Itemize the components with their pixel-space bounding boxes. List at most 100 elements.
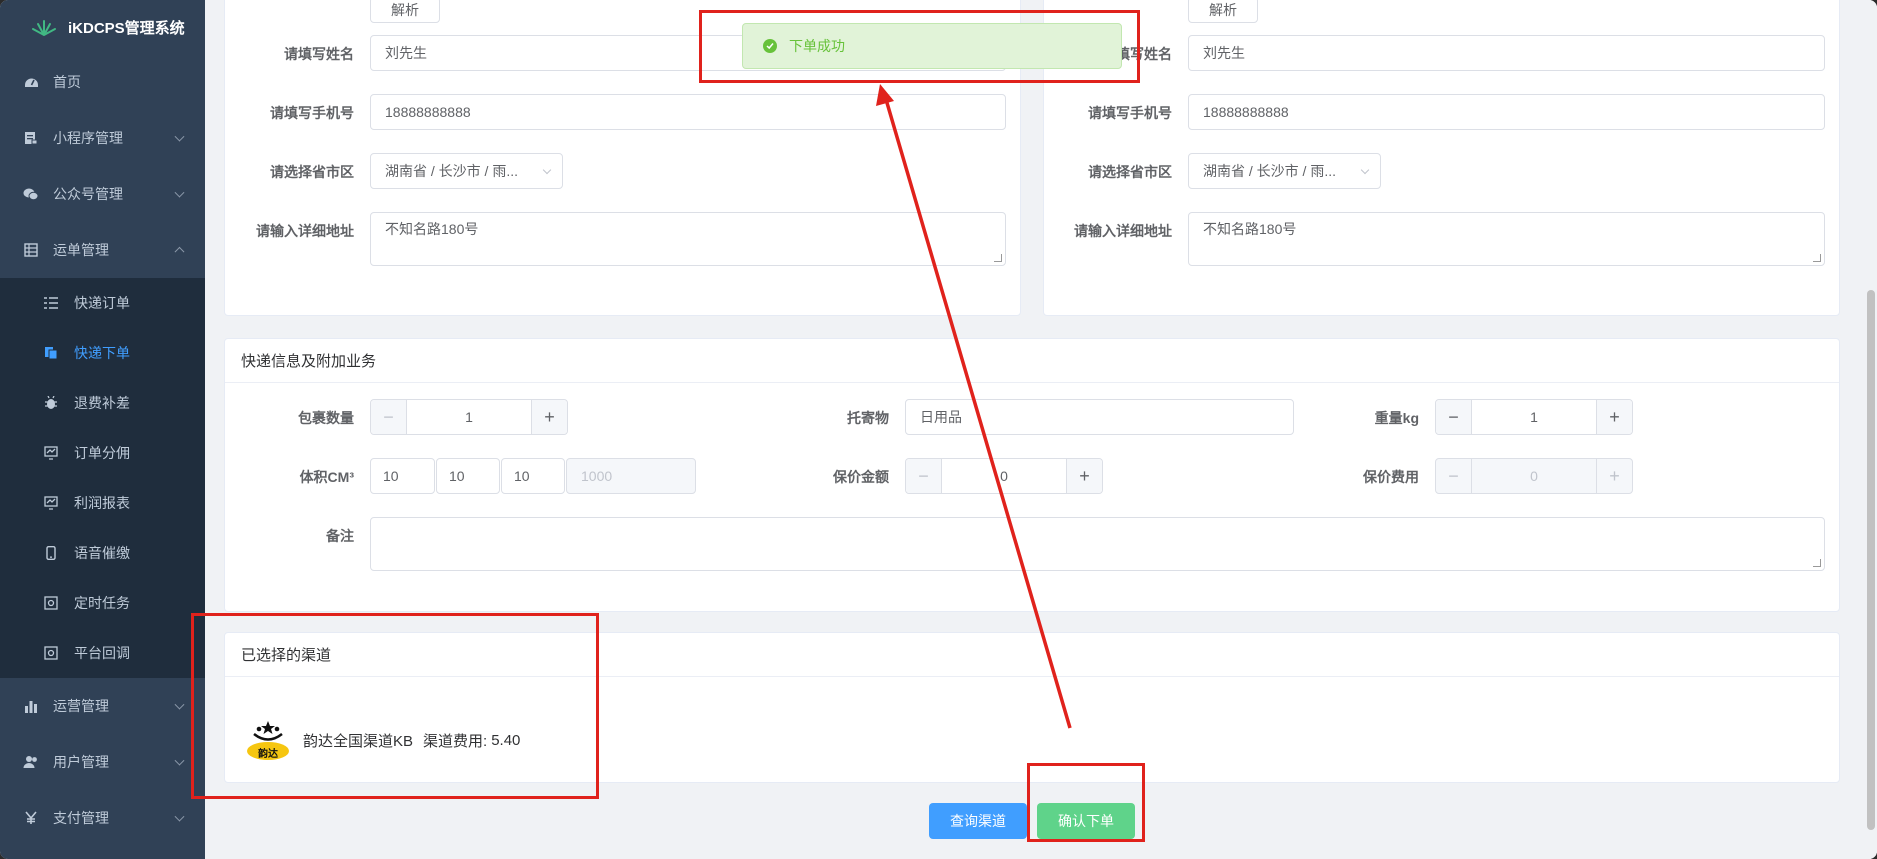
sender-address-textarea[interactable]: 不知名路180号 bbox=[370, 212, 1006, 266]
app-title: iKDCPS管理系统 bbox=[68, 19, 185, 37]
resize-handle-icon[interactable] bbox=[1813, 559, 1821, 567]
logo-icon bbox=[32, 20, 56, 36]
resize-handle-icon[interactable] bbox=[1813, 254, 1821, 262]
volume-total-input: 1000 bbox=[566, 458, 696, 494]
receiver-name-input[interactable]: 刘先生 bbox=[1188, 35, 1825, 71]
chart-monitor-icon bbox=[44, 496, 58, 510]
sidebar-item-platform-callback[interactable]: 平台回调 bbox=[0, 628, 205, 678]
sidebar-item-refund[interactable]: 退费补差 bbox=[0, 378, 205, 428]
sidebar: iKDCPS管理系统 首页 小程序管理 公众号管理 运单管理 快递订单 快递下单… bbox=[0, 0, 205, 859]
receiver-region-value: 湖南省 / 长沙市 / 雨... bbox=[1203, 163, 1337, 179]
chevron-down-icon bbox=[174, 131, 185, 142]
plus-icon: + bbox=[1596, 459, 1632, 493]
volume-label: 体积CM³ bbox=[299, 469, 354, 485]
sidebar-item-label: 语音催缴 bbox=[74, 545, 130, 561]
minus-icon[interactable]: − bbox=[371, 400, 407, 434]
chart-monitor-icon bbox=[44, 446, 58, 460]
insured-amount-stepper[interactable]: − 0 + bbox=[905, 458, 1103, 494]
sidebar-item-place-order[interactable]: 快递下单 bbox=[0, 328, 205, 378]
copy-document-icon bbox=[44, 346, 58, 360]
sidebar-item-label: 退费补差 bbox=[74, 395, 130, 411]
scrollbar-thumb[interactable] bbox=[1867, 290, 1875, 830]
plus-icon[interactable]: + bbox=[1066, 459, 1102, 493]
sidebar-item-commission[interactable]: 订单分佣 bbox=[0, 428, 205, 478]
sidebar-item-users[interactable]: 用户管理 bbox=[0, 734, 205, 790]
minus-icon[interactable]: − bbox=[906, 459, 942, 493]
query-channel-button[interactable]: 查询渠道 bbox=[929, 803, 1027, 839]
sidebar-item-label: 定时任务 bbox=[74, 595, 130, 611]
sidebar-item-label: 小程序管理 bbox=[53, 130, 123, 146]
weight-label: 重量kg bbox=[1374, 410, 1419, 426]
sidebar-item-scheduled-task[interactable]: 定时任务 bbox=[0, 578, 205, 628]
plus-icon[interactable]: + bbox=[1596, 400, 1632, 434]
annotation-box-toast bbox=[699, 10, 1140, 83]
weight-value: 1 bbox=[1530, 409, 1538, 425]
bar-chart-icon bbox=[23, 698, 39, 714]
sender-address-value: 不知名路180号 bbox=[385, 221, 479, 237]
annotation-box-confirm bbox=[1027, 763, 1145, 842]
app-window: iKDCPS管理系统 首页 小程序管理 公众号管理 运单管理 快递订单 快递下单… bbox=[0, 0, 1877, 859]
sidebar-item-label: 支付管理 bbox=[53, 810, 109, 826]
annotation-box-channel bbox=[191, 613, 599, 799]
receiver-phone-input[interactable]: 18888888888 bbox=[1188, 94, 1825, 130]
region-label: 请选择省市区 bbox=[270, 164, 354, 180]
package-count-stepper[interactable]: − 1 + bbox=[370, 399, 568, 435]
dashboard-icon bbox=[23, 74, 39, 90]
receiver-phone-value: 18888888888 bbox=[1203, 104, 1289, 120]
receiver-address-textarea[interactable]: 不知名路180号 bbox=[1188, 212, 1825, 266]
sidebar-item-profit-report[interactable]: 利润报表 bbox=[0, 478, 205, 528]
chevron-down-icon bbox=[1360, 165, 1370, 175]
grid-icon bbox=[23, 242, 39, 258]
plus-icon[interactable]: + bbox=[531, 400, 567, 434]
parse-button[interactable]: 解析 bbox=[1188, 0, 1258, 23]
insured-fee-value: 0 bbox=[1530, 468, 1538, 484]
address-label: 请输入详细地址 bbox=[1074, 223, 1172, 239]
insured-fee-stepper: − 0 + bbox=[1435, 458, 1633, 494]
sidebar-item-voice-reminder[interactable]: 语音催缴 bbox=[0, 528, 205, 578]
sender-region-select[interactable]: 湖南省 / 长沙市 / 雨... bbox=[370, 153, 563, 189]
volume-height-input[interactable]: 10 bbox=[501, 458, 565, 494]
weight-stepper[interactable]: − 1 + bbox=[1435, 399, 1633, 435]
phone-label: 请填写手机号 bbox=[270, 105, 354, 121]
target-icon bbox=[44, 646, 58, 660]
insured-amount-value: 0 bbox=[1000, 468, 1008, 484]
sidebar-item-label: 公众号管理 bbox=[53, 186, 123, 202]
query-channel-label: 查询渠道 bbox=[950, 813, 1006, 829]
sidebar-item-home[interactable]: 首页 bbox=[0, 54, 205, 110]
remark-textarea[interactable] bbox=[370, 517, 1825, 571]
minus-icon[interactable]: − bbox=[1436, 400, 1472, 434]
sidebar-item-label: 平台回调 bbox=[74, 645, 130, 661]
sidebar-item-official-account[interactable]: 公众号管理 bbox=[0, 166, 205, 222]
yen-icon bbox=[23, 810, 39, 826]
sender-phone-input[interactable]: 18888888888 bbox=[370, 94, 1006, 130]
scrollbar[interactable] bbox=[1865, 0, 1877, 859]
sidebar-item-miniprogram[interactable]: 小程序管理 bbox=[0, 110, 205, 166]
package-count-label: 包裹数量 bbox=[298, 410, 354, 426]
express-info-title: 快递信息及附加业务 bbox=[225, 339, 1839, 383]
goods-input[interactable]: 日用品 bbox=[905, 399, 1294, 435]
volume-width-input[interactable]: 10 bbox=[436, 458, 500, 494]
users-icon bbox=[23, 754, 39, 770]
phone-label: 请填写手机号 bbox=[1088, 105, 1172, 121]
resize-handle-icon[interactable] bbox=[994, 254, 1002, 262]
sidebar-item-waybill[interactable]: 运单管理 bbox=[0, 222, 205, 278]
receiver-card: 解析 填写姓名 刘先生 请填写手机号 18888888888 请选择省市区 湖南… bbox=[1043, 0, 1840, 316]
sidebar-item-label: 首页 bbox=[53, 74, 81, 90]
sidebar-item-label: 利润报表 bbox=[74, 495, 130, 511]
receiver-region-select[interactable]: 湖南省 / 长沙市 / 雨... bbox=[1188, 153, 1381, 189]
sidebar-item-payment[interactable]: 支付管理 bbox=[0, 790, 205, 846]
sidebar-item-operations[interactable]: 运营管理 bbox=[0, 678, 205, 734]
list-icon bbox=[44, 296, 58, 310]
chevron-down-icon bbox=[542, 165, 552, 175]
parse-button[interactable]: 解析 bbox=[370, 0, 440, 23]
sender-region-value: 湖南省 / 长沙市 / 雨... bbox=[385, 163, 519, 179]
sidebar-item-label: 订单分佣 bbox=[74, 445, 130, 461]
sender-name-value: 刘先生 bbox=[385, 45, 427, 61]
document-icon bbox=[23, 130, 39, 146]
package-count-value: 1 bbox=[465, 409, 473, 425]
sidebar-item-express-orders[interactable]: 快递订单 bbox=[0, 278, 205, 328]
volume-length-input[interactable]: 10 bbox=[370, 458, 435, 494]
sidebar-item-label: 快递下单 bbox=[74, 345, 130, 361]
volume-width-value: 10 bbox=[449, 468, 465, 484]
sender-phone-value: 18888888888 bbox=[385, 104, 471, 120]
